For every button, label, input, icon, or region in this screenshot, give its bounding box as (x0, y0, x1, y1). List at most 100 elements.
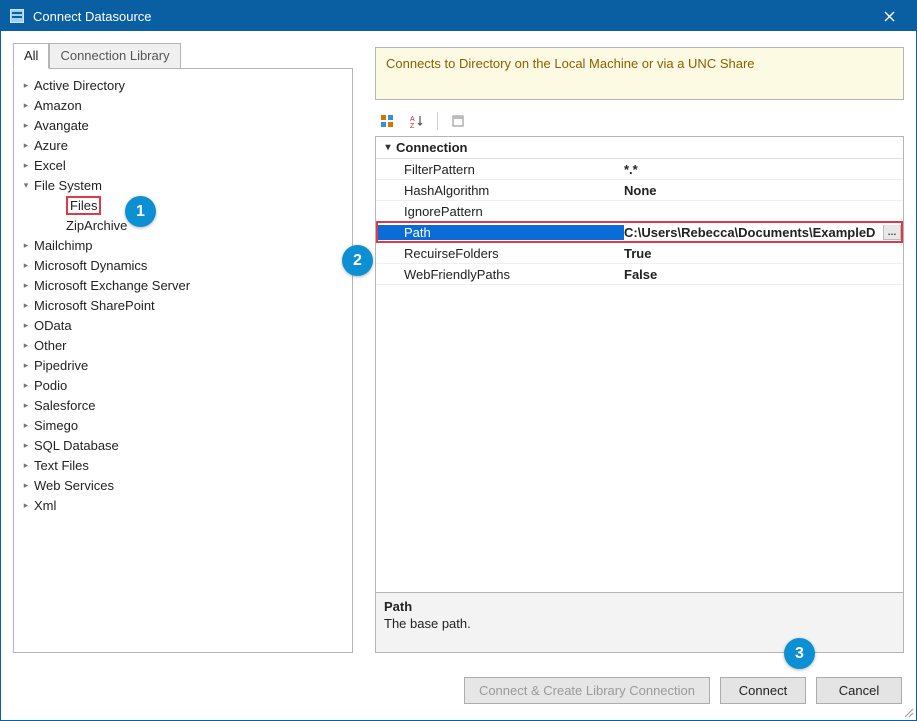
connect-button[interactable]: Connect (720, 677, 806, 704)
tree-item-label: Web Services (34, 478, 114, 493)
tree-item-label: Files (66, 196, 101, 215)
app-icon (9, 8, 25, 24)
tree-item[interactable]: ▸Text Files (18, 455, 352, 475)
info-banner: Connects to Directory on the Local Machi… (375, 47, 904, 100)
sort-az-button[interactable]: A Z (405, 110, 429, 132)
tree-item[interactable]: ▸Active Directory (18, 75, 352, 95)
info-text: Connects to Directory on the Local Machi… (386, 56, 755, 71)
property-value[interactable]: *.* (624, 162, 903, 177)
chevron-down-icon[interactable]: ▾ (18, 177, 34, 193)
sort-az-icon: A Z (410, 114, 424, 128)
property-row[interactable]: FilterPattern*.* (376, 159, 903, 180)
tab-all[interactable]: All (13, 43, 49, 69)
chevron-right-icon[interactable]: ▸ (18, 497, 34, 513)
tree-item[interactable]: ▸Files (18, 195, 352, 215)
chevron-right-icon[interactable]: ▸ (18, 77, 34, 93)
tree-item-label: Other (34, 338, 67, 353)
propgrid-category-row[interactable]: ▾ Connection (376, 137, 903, 159)
tree-item[interactable]: ▸Excel (18, 155, 352, 175)
tree-item-label: Avangate (34, 118, 89, 133)
left-pane: All Connection Library ▸Active Directory… (13, 43, 353, 653)
tree-item-label: OData (34, 318, 72, 333)
chevron-right-icon[interactable]: ▸ (18, 317, 34, 333)
tree-item[interactable]: ▾File System (18, 175, 352, 195)
chevron-right-icon[interactable]: ▸ (18, 437, 34, 453)
property-row[interactable]: WebFriendlyPathsFalse (376, 264, 903, 285)
tree-item-label: Excel (34, 158, 66, 173)
chevron-right-icon[interactable]: ▸ (18, 117, 34, 133)
chevron-right-icon[interactable]: ▸ (18, 397, 34, 413)
tree-item[interactable]: ▸Microsoft SharePoint (18, 295, 352, 315)
chevron-right-icon[interactable]: ▸ (18, 477, 34, 493)
property-row[interactable]: HashAlgorithmNone (376, 180, 903, 201)
chevron-right-icon[interactable]: ▸ (18, 137, 34, 153)
property-name: Path (376, 225, 624, 240)
dialog-content: All Connection Library ▸Active Directory… (1, 31, 916, 720)
property-name: IgnorePattern (376, 204, 624, 219)
property-pages-button[interactable] (446, 110, 470, 132)
tree-item[interactable]: ▸Amazon (18, 95, 352, 115)
tree-item-label: Xml (34, 498, 56, 513)
property-value[interactable]: None (624, 183, 903, 198)
property-name: RecuirseFolders (376, 246, 624, 261)
body-row: All Connection Library ▸Active Directory… (13, 43, 904, 653)
tree-item[interactable]: ▸Xml (18, 495, 352, 515)
window-title: Connect Datasource (33, 9, 867, 24)
tree-item-label: Microsoft Exchange Server (34, 278, 190, 293)
property-value[interactable]: False (624, 267, 903, 282)
chevron-right-icon[interactable]: ▸ (18, 297, 34, 313)
tree-item[interactable]: ▸Salesforce (18, 395, 352, 415)
resize-grip[interactable] (902, 706, 914, 718)
tree-item[interactable]: ▸Simego (18, 415, 352, 435)
close-button[interactable] (867, 1, 912, 31)
tree-item-label: Active Directory (34, 78, 125, 93)
tree-item[interactable]: ▸OData (18, 315, 352, 335)
property-name: HashAlgorithm (376, 183, 624, 198)
chevron-right-icon[interactable]: ▸ (18, 237, 34, 253)
tree-item-label: Amazon (34, 98, 82, 113)
property-pages-icon (451, 114, 465, 128)
tree-item[interactable]: ▸Web Services (18, 475, 352, 495)
tree-item[interactable]: ▸Azure (18, 135, 352, 155)
svg-text:A: A (410, 116, 415, 123)
tree-item[interactable]: ▸Microsoft Exchange Server (18, 275, 352, 295)
chevron-right-icon[interactable]: ▸ (18, 157, 34, 173)
tree-item-label: Microsoft Dynamics (34, 258, 147, 273)
categorize-button[interactable] (375, 110, 399, 132)
tree-item-label: Podio (34, 378, 67, 393)
property-value[interactable]: True (624, 246, 903, 261)
browse-button[interactable]: … (883, 225, 901, 240)
tab-connection-library[interactable]: Connection Library (49, 43, 180, 69)
tree-item[interactable]: ▸Microsoft Dynamics (18, 255, 352, 275)
tree-item[interactable]: ▸Other (18, 335, 352, 355)
chevron-right-icon[interactable]: ▸ (18, 377, 34, 393)
chevron-right-icon[interactable]: ▸ (18, 357, 34, 373)
property-grid[interactable]: ▾ Connection FilterPattern*.*HashAlgorit… (375, 136, 904, 593)
tree-item[interactable]: ▸Pipedrive (18, 355, 352, 375)
tree-item[interactable]: ▸Avangate (18, 115, 352, 135)
chevron-right-icon[interactable]: ▸ (18, 257, 34, 273)
chevron-right-icon[interactable]: ▸ (18, 277, 34, 293)
property-value[interactable]: C:\Users\Rebecca\Documents\ExampleD… (624, 225, 903, 240)
close-icon (884, 11, 895, 22)
dialog-window: Connect Datasource All Connection Librar… (0, 0, 917, 721)
property-row[interactable]: PathC:\Users\Rebecca\Documents\ExampleD… (376, 222, 903, 243)
tree-item-label: Pipedrive (34, 358, 88, 373)
tree-item[interactable]: ▸ZipArchive (18, 215, 352, 235)
tree-item[interactable]: ▸Mailchimp (18, 235, 352, 255)
datasource-tree[interactable]: ▸Active Directory▸Amazon▸Avangate▸Azure▸… (13, 68, 353, 653)
tree-item-label: File System (34, 178, 102, 193)
tree-item[interactable]: ▸Podio (18, 375, 352, 395)
chevron-right-icon[interactable]: ▸ (18, 337, 34, 353)
property-row[interactable]: RecuirseFoldersTrue (376, 243, 903, 264)
chevron-down-icon[interactable]: ▾ (380, 140, 396, 156)
chevron-right-icon[interactable]: ▸ (18, 457, 34, 473)
titlebar: Connect Datasource (1, 1, 916, 31)
chevron-right-icon[interactable]: ▸ (18, 417, 34, 433)
tree-item-label: Salesforce (34, 398, 95, 413)
chevron-right-icon[interactable]: ▸ (18, 97, 34, 113)
property-row[interactable]: IgnorePattern (376, 201, 903, 222)
cancel-button[interactable]: Cancel (816, 677, 902, 704)
tree-item-label: Microsoft SharePoint (34, 298, 155, 313)
tree-item[interactable]: ▸SQL Database (18, 435, 352, 455)
